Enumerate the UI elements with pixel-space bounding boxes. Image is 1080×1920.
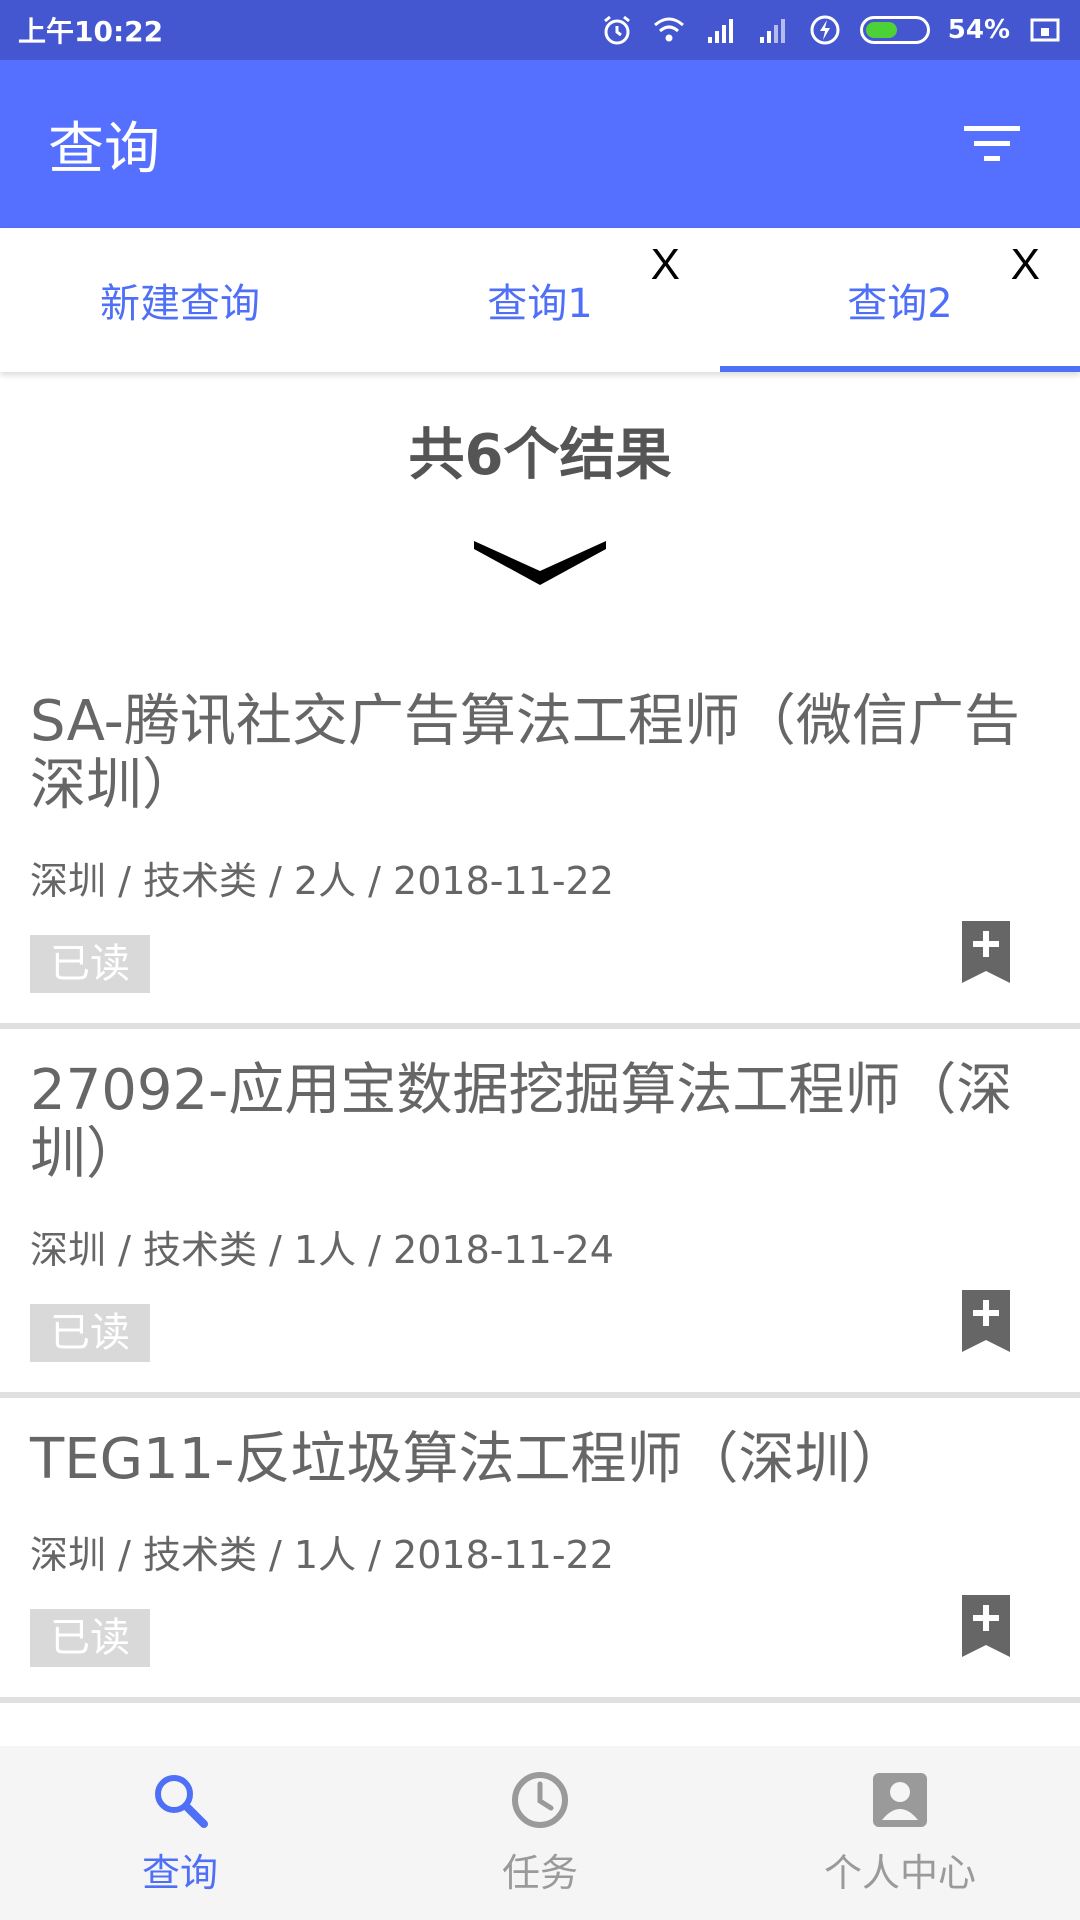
job-title: TEG11-反垃圾算法工程师（深圳） — [30, 1427, 907, 1492]
battery-icon — [859, 16, 930, 44]
nav-label: 任务 — [501, 1850, 578, 1895]
bookmark-add-icon[interactable] — [962, 1595, 1010, 1657]
bookmark-add-icon[interactable] — [962, 1290, 1010, 1352]
query-tabs: 新建查询 查询1 X 查询2 X — [0, 228, 1080, 372]
job-meta: 深圳 / 技术类 / 1人 / 2018-11-24 — [30, 1228, 614, 1272]
nav-query[interactable]: 查询 — [0, 1746, 360, 1920]
filter-icon — [964, 126, 1020, 161]
job-meta: 深圳 / 技术类 / 1人 / 2018-11-22 — [30, 1533, 614, 1577]
wifi-icon — [653, 17, 684, 42]
status-icons: 54% — [600, 13, 1062, 47]
battery-fill — [865, 22, 897, 38]
alarm-icon — [603, 15, 630, 45]
nav-label: 个人中心 — [823, 1850, 976, 1895]
read-badge: 已读 — [30, 935, 150, 993]
nav-label: 查询 — [141, 1850, 218, 1895]
job-footer: 已读 — [30, 1290, 1050, 1372]
tab-query-2[interactable]: 查询2 X — [720, 228, 1080, 372]
read-badge: 已读 — [30, 1304, 150, 1362]
job-title: 27092-应用宝数据挖掘算法工程师（深圳） — [30, 1058, 1013, 1187]
person-icon — [873, 1772, 927, 1827]
list-item[interactable]: 27092-应用宝数据挖掘算法工程师（深圳） 深圳 / 技术类 / 1人 / 2… — [0, 1029, 1080, 1398]
app-bar: 查询 — [0, 60, 1080, 228]
tab-query-1[interactable]: 查询1 X — [360, 228, 720, 372]
list-item[interactable]: TEG11-反垃圾算法工程师（深圳） 深圳 / 技术类 / 1人 / 2018-… — [0, 1398, 1080, 1703]
bottom-nav: 查询 任务 个人中心 — [0, 1746, 1080, 1920]
tab-label: 查询2 — [847, 281, 953, 327]
search-icon — [155, 1774, 208, 1828]
tab-new-query[interactable]: 新建查询 — [0, 228, 360, 372]
filter-button[interactable] — [952, 104, 1032, 184]
charging-icon — [810, 15, 840, 45]
close-icon[interactable]: X — [651, 240, 680, 290]
screen-lock-icon — [1030, 18, 1060, 42]
read-badge: 已读 — [30, 1609, 150, 1667]
job-meta: 深圳 / 技术类 / 2人 / 2018-11-22 — [30, 859, 614, 903]
job-footer: 已读 — [30, 1595, 1050, 1677]
clock-icon — [512, 1771, 568, 1828]
signal-icon-2 — [759, 19, 785, 43]
tab-label: 查询1 — [487, 281, 593, 327]
battery-percent: 54% — [947, 15, 1010, 45]
page-title: 查询 — [48, 116, 160, 182]
job-footer: 已读 — [30, 921, 1050, 1003]
signal-icon — [707, 19, 733, 43]
results-count: 共6个结果 — [408, 423, 672, 488]
results-header: 共6个结果 — [0, 372, 1080, 632]
close-icon[interactable]: X — [1011, 240, 1040, 290]
status-bar: 上午10:22 54% — [0, 0, 1080, 60]
job-list: SA-腾讯社交广告算法工程师（微信广告深圳） 深圳 / 技术类 / 2人 / 2… — [0, 660, 1080, 1703]
list-item[interactable]: SA-腾讯社交广告算法工程师（微信广告深圳） 深圳 / 技术类 / 2人 / 2… — [0, 660, 1080, 1029]
chevron-down-icon[interactable] — [470, 531, 610, 591]
job-title: SA-腾讯社交广告算法工程师（微信广告深圳） — [30, 689, 1020, 818]
tab-label: 新建查询 — [100, 281, 260, 327]
nav-tasks[interactable]: 任务 — [360, 1746, 720, 1920]
status-time: 上午10:22 — [18, 15, 164, 48]
bookmark-add-icon[interactable] — [962, 921, 1010, 983]
nav-profile[interactable]: 个人中心 — [720, 1746, 1080, 1920]
